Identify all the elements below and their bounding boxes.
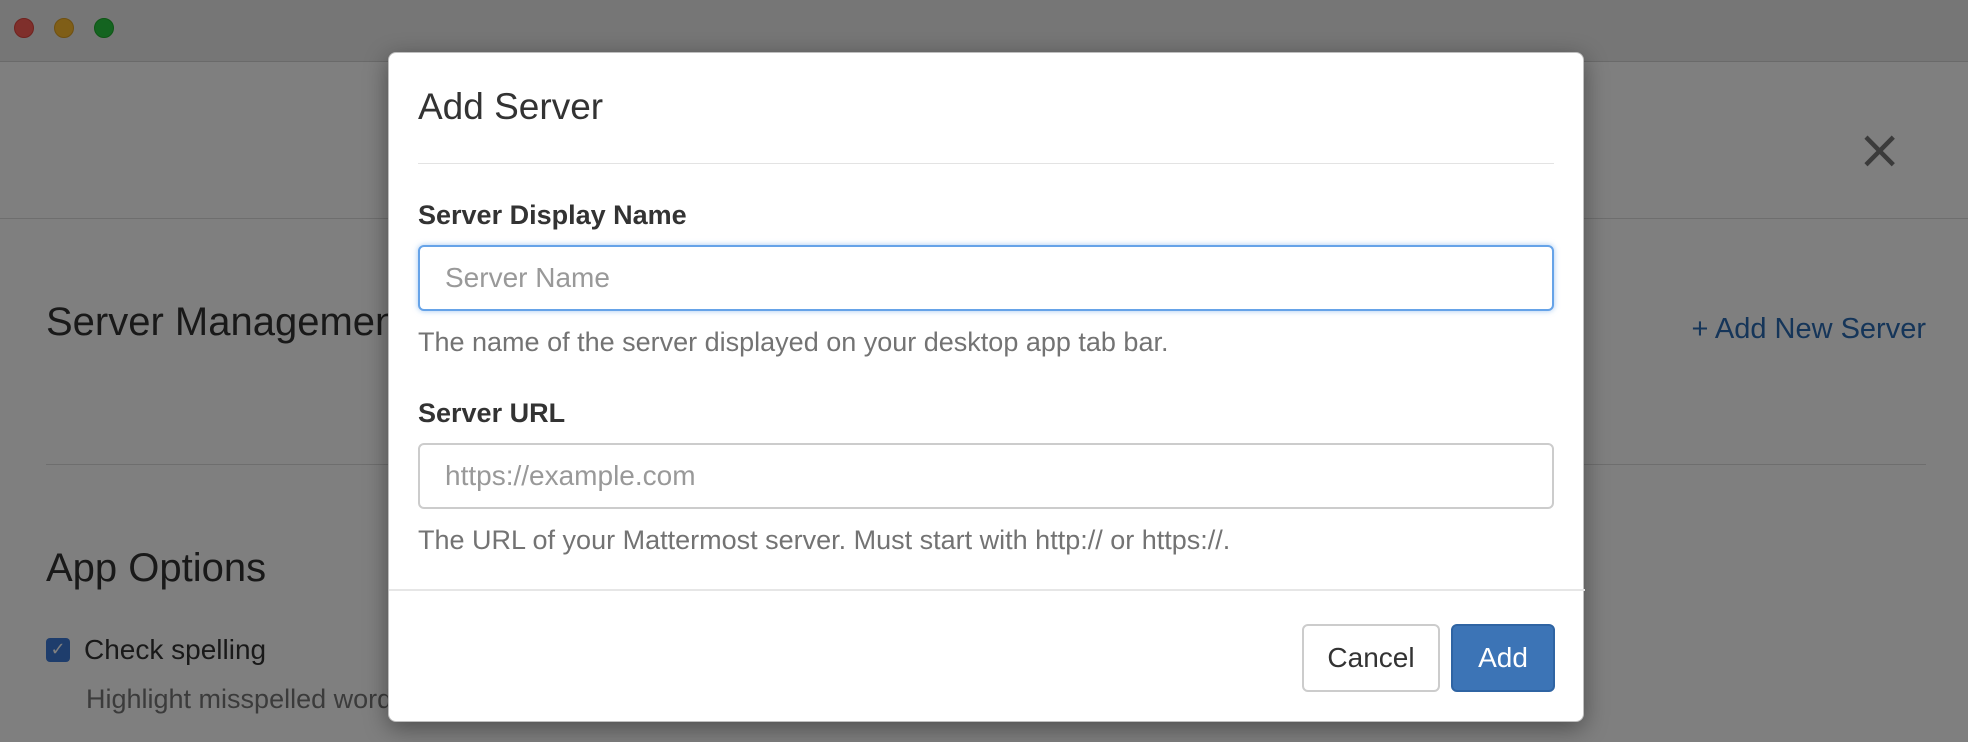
dialog-footer-divider [389, 589, 1585, 591]
add-server-dialog: Add Server Server Display Name The name … [388, 52, 1585, 722]
dialog-header-divider [418, 163, 1554, 164]
server-name-label: Server Display Name [418, 200, 687, 230]
server-name-input[interactable] [418, 245, 1554, 311]
server-name-help: The name of the server displayed on your… [418, 327, 1169, 357]
cancel-button[interactable]: Cancel [1302, 624, 1440, 692]
server-url-help: The URL of your Mattermost server. Must … [418, 525, 1231, 555]
dialog-title: Add Server [418, 86, 604, 127]
add-button[interactable]: Add [1451, 624, 1555, 692]
server-url-input[interactable] [418, 443, 1554, 509]
server-url-label: Server URL [418, 398, 566, 428]
